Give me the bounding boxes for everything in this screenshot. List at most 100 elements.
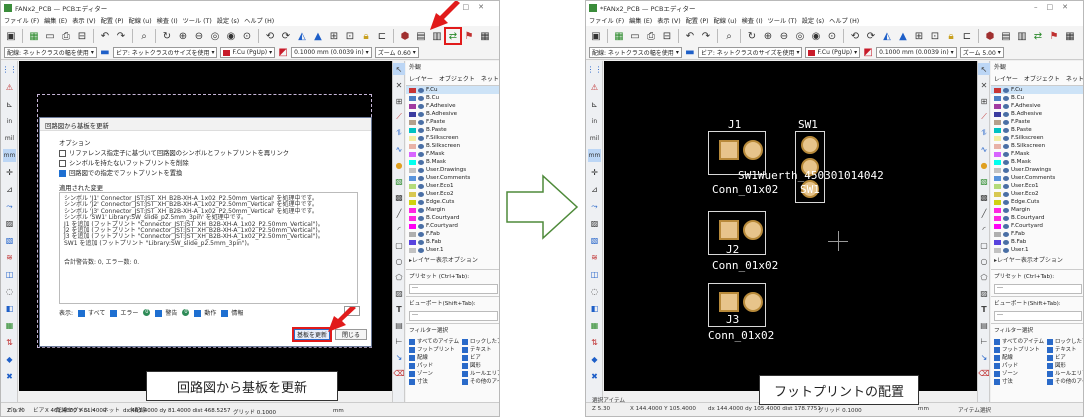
layer-row[interactable]: B.Courtyard	[991, 214, 1083, 222]
undo-icon[interactable]: ↶	[683, 29, 697, 43]
j2-pad-2[interactable]	[743, 220, 763, 240]
find-icon[interactable]: ⌕	[722, 29, 736, 43]
menu-edit[interactable]: 編集 (E)	[629, 16, 652, 25]
layer-row[interactable]: User.1	[991, 246, 1083, 254]
filter-checkbox[interactable]	[409, 370, 415, 377]
track-outline-icon[interactable]: ≋	[3, 251, 16, 264]
board-setup-icon[interactable]: ▦	[612, 29, 626, 43]
filter-checkbox[interactable]	[462, 378, 468, 385]
layer-color-swatch[interactable]	[409, 95, 416, 101]
option-replace-footprints[interactable]: 回路図での指定でフットプリントを置換	[59, 168, 182, 177]
find-icon[interactable]: ⌕	[137, 29, 151, 43]
menu-inspect[interactable]: 検査 (I)	[157, 16, 178, 25]
filter-item[interactable]: テキスト	[1047, 345, 1083, 353]
polar-coords-icon[interactable]: ⊾	[588, 98, 601, 111]
draw-rect-icon[interactable]: ▢	[393, 239, 405, 251]
layer-color-swatch[interactable]	[409, 103, 416, 109]
layer-color-swatch[interactable]	[409, 199, 416, 205]
via-outline-icon[interactable]: ◌	[588, 285, 601, 298]
menu-view[interactable]: 表示 (V)	[72, 16, 95, 25]
layer-row[interactable]: B.Paste	[406, 126, 499, 134]
zoom-fit-icon[interactable]: ◎	[208, 29, 222, 43]
layer-color-swatch[interactable]	[409, 143, 416, 149]
filter-checkbox[interactable]	[409, 346, 415, 353]
local-ratsnest-icon[interactable]: ✕	[393, 79, 405, 91]
zoom-out-icon[interactable]: ⊖	[192, 29, 206, 43]
layer-color-swatch[interactable]	[994, 239, 1001, 245]
layer-color-swatch[interactable]	[409, 119, 416, 125]
filter-checkbox[interactable]	[994, 370, 1000, 377]
layer-row[interactable]: F.Adhesive	[406, 102, 499, 110]
layer-row[interactable]: F.Paste	[991, 118, 1083, 126]
track-settings-icon[interactable]: ▬	[685, 47, 695, 58]
filter-checkbox[interactable]	[409, 354, 415, 361]
visibility-eye-icon[interactable]	[418, 127, 424, 133]
visibility-eye-icon[interactable]	[1003, 199, 1009, 205]
drc-marker-icon[interactable]: ⚠	[588, 81, 601, 94]
layer-color-swatch[interactable]	[994, 191, 1001, 197]
layer-row[interactable]: User.Eco2	[406, 190, 499, 198]
footprint-editor-icon[interactable]: ⬢	[983, 29, 997, 43]
units-mm-toggle[interactable]: mm	[588, 149, 601, 162]
visibility-eye-icon[interactable]	[418, 87, 424, 93]
save-icon[interactable]: ▣	[589, 29, 603, 43]
visibility-eye-icon[interactable]	[418, 191, 424, 197]
layer-display-options[interactable]: ▸レイヤー表示オプション	[991, 254, 1083, 265]
units-mm-toggle[interactable]: mm	[3, 149, 16, 162]
layer-pair-icon[interactable]: ◩	[863, 47, 873, 58]
j1-pad-1[interactable]	[719, 140, 739, 160]
visibility-eye-icon[interactable]	[1003, 159, 1009, 165]
option-relink[interactable]: リファレンス指定子に基づいて回路図のシンボルとフットプリントを再リンク	[59, 148, 289, 157]
menu-file[interactable]: ファイル (F)	[4, 16, 39, 25]
polar-coords-icon[interactable]: ⊾	[3, 98, 16, 111]
visibility-eye-icon[interactable]	[418, 103, 424, 109]
visibility-eye-icon[interactable]	[418, 167, 424, 173]
filter-checkbox[interactable]	[994, 338, 1000, 345]
filter-checkbox[interactable]	[409, 338, 415, 345]
layer-row[interactable]: B.Paste	[991, 126, 1083, 134]
j1-pad-2[interactable]	[743, 140, 763, 160]
properties-panel-icon[interactable]: ✖	[3, 370, 16, 383]
track-outline-icon[interactable]: ≋	[588, 251, 601, 264]
layer-color-swatch[interactable]	[994, 199, 1001, 205]
layer-color-swatch[interactable]	[994, 143, 1001, 149]
zone-outline-icon[interactable]: ▧	[588, 234, 601, 247]
zone-outline-icon[interactable]: ▧	[3, 234, 16, 247]
filter-item[interactable]: テキスト	[462, 345, 499, 353]
grid-toggle-icon[interactable]: ⋮⋮	[587, 63, 603, 76]
layer-color-swatch[interactable]	[994, 95, 1001, 101]
plot-icon[interactable]: ⊟	[75, 29, 89, 43]
visibility-eye-icon[interactable]	[418, 239, 424, 245]
option-delete-extra[interactable]: シンボルを持たないフットプリントを削除	[59, 158, 189, 167]
cursor-style-icon[interactable]: ✛	[588, 166, 601, 179]
layer-color-swatch[interactable]	[409, 111, 416, 117]
filter-item[interactable]: ゾーン	[409, 369, 459, 377]
option-delete-extra-checkbox[interactable]	[59, 159, 66, 167]
visibility-eye-icon[interactable]	[418, 199, 424, 205]
properties-panel-icon[interactable]: ✖	[588, 370, 601, 383]
footprint-tool-icon[interactable]: ⊞	[393, 95, 405, 107]
visibility-eye-icon[interactable]	[418, 215, 424, 221]
appearance-panel-icon[interactable]: ◆	[588, 353, 601, 366]
layer-row[interactable]: B.Silkscreen	[406, 142, 499, 150]
visibility-eye-icon[interactable]	[418, 247, 424, 253]
filter-item[interactable]: 寸法	[994, 377, 1044, 385]
filter-checkbox[interactable]	[1047, 378, 1053, 385]
route-track-icon[interactable]: ⟋	[393, 111, 405, 123]
flip-view-icon[interactable]: ⇅	[3, 336, 16, 349]
layer-row[interactable]: F.Adhesive	[991, 102, 1083, 110]
layer-color-swatch[interactable]	[409, 87, 416, 93]
visibility-eye-icon[interactable]	[1003, 111, 1009, 117]
menu-route[interactable]: 配線 (u)	[129, 16, 152, 25]
redo-icon[interactable]: ↷	[114, 29, 128, 43]
layer-color-swatch[interactable]	[994, 159, 1001, 165]
layer-row[interactable]: User.Comments	[406, 174, 499, 182]
zone-fill-icon[interactable]: ▨	[3, 217, 16, 230]
tune-length-icon[interactable]: ∿	[978, 143, 990, 155]
option-replace-footprints-checkbox[interactable]	[59, 169, 66, 177]
filter-item[interactable]: ルールエリア	[1047, 369, 1083, 377]
visibility-eye-icon[interactable]	[1003, 167, 1009, 173]
pad-outline-icon[interactable]: ◫	[3, 268, 16, 281]
zoom-select[interactable]: ズーム 0.60 ▾	[374, 47, 419, 58]
layer-row[interactable]: F.Cu	[991, 86, 1083, 94]
